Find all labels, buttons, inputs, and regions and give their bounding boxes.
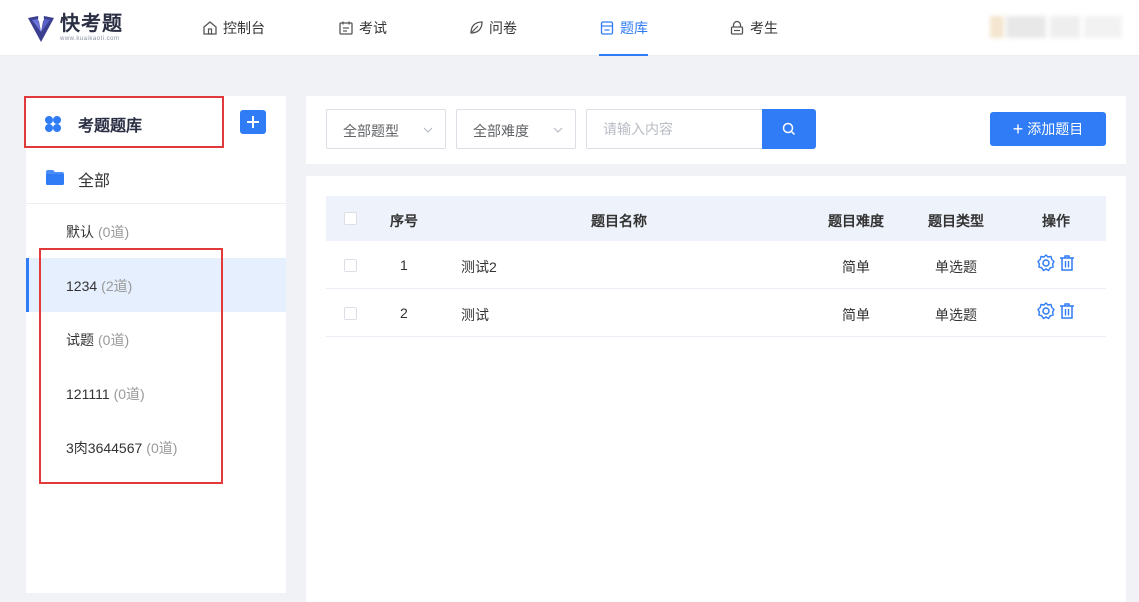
nav-label: 控制台 — [223, 20, 265, 36]
difficulty-select[interactable]: 全部难度 — [456, 109, 576, 149]
category-count: (0道) — [98, 224, 130, 240]
col-name: 题目名称 — [591, 213, 647, 229]
nav-label: 题库 — [620, 20, 648, 36]
row-name: 测试2 — [461, 259, 497, 275]
category-all-label: 全部 — [78, 173, 111, 190]
col-type: 题目类型 — [928, 213, 984, 229]
question-type-select[interactable]: 全部题型 — [326, 109, 446, 149]
chevron-down-icon — [553, 127, 563, 133]
brand-logo[interactable]: 快考题 www.kuaikaoti.com — [26, 10, 123, 46]
category-count: (0道) — [113, 386, 145, 402]
sidebar-header: 考题题库 — [24, 96, 286, 150]
col-actions: 操作 — [1042, 213, 1070, 229]
user-avatar-blurred[interactable] — [988, 16, 1128, 38]
category-all[interactable]: 全部 — [26, 150, 286, 204]
search-icon — [782, 122, 796, 136]
book-icon — [600, 21, 614, 35]
folder-icon — [46, 170, 64, 185]
row-checkbox[interactable] — [344, 307, 357, 320]
nav-question-bank[interactable]: 题库 — [599, 0, 648, 56]
row-index: 2 — [400, 305, 408, 321]
lock-user-icon — [730, 20, 744, 35]
category-count: (2道) — [101, 278, 133, 294]
category-count: (0道) — [98, 332, 130, 348]
table-header: 序号 题目名称 题目难度 题目类型 操作 — [326, 196, 1106, 241]
add-category-button[interactable] — [240, 110, 266, 134]
trash-icon[interactable] — [1057, 301, 1077, 321]
row-name: 测试 — [461, 307, 489, 323]
table-row[interactable]: 1 测试2 简单 单选题 — [326, 241, 1106, 289]
row-checkbox[interactable] — [344, 259, 357, 272]
row-type: 单选题 — [935, 307, 977, 323]
category-sidebar: 考题题库 全部 默认 (0道) 1234 (2道) 试题 (0道) 121111 (0道… — [24, 96, 286, 593]
settings-icon[interactable] — [1036, 253, 1056, 273]
question-table-panel: 序号 题目名称 题目难度 题目类型 操作 1 测试2 简单 单选题 2 测试 简… — [306, 176, 1126, 602]
filter-bar: 全部题型 全部难度 + 添加题目 — [306, 96, 1126, 164]
category-name: 1234 — [66, 278, 98, 294]
select-all-checkbox[interactable] — [344, 212, 357, 225]
plus-icon: + — [1012, 119, 1024, 139]
leaf-icon — [470, 21, 483, 34]
category-item[interactable]: 默认 (0道) — [26, 204, 286, 258]
category-name: 试题 — [66, 332, 94, 348]
logo-icon — [28, 16, 54, 42]
add-question-label: 添加题目 — [1027, 121, 1084, 137]
select-value: 全部题型 — [343, 123, 399, 139]
category-item-active[interactable]: 1234 (2道) — [26, 258, 286, 312]
nav-exam[interactable]: 考试 — [338, 0, 387, 56]
nav-dashboard[interactable]: 控制台 — [202, 0, 265, 56]
calendar-icon — [339, 21, 353, 35]
top-nav: 快考题 www.kuaikaoti.com 控制台 考试 问卷 题库 考生 — [0, 0, 1139, 56]
category-name: 121111 — [66, 386, 110, 402]
row-difficulty: 简单 — [842, 307, 870, 323]
brand-url: www.kuaikaoti.com — [60, 36, 120, 42]
nav-label: 问卷 — [489, 20, 517, 36]
row-index: 1 — [400, 257, 408, 273]
settings-icon[interactable] — [1036, 301, 1056, 321]
nav-label: 考生 — [750, 20, 778, 36]
home-icon — [203, 21, 217, 35]
add-question-button[interactable]: + 添加题目 — [990, 112, 1106, 146]
nav-examinee[interactable]: 考生 — [729, 0, 778, 56]
nav-survey[interactable]: 问卷 — [468, 0, 517, 56]
plus-icon — [247, 116, 259, 128]
brand-name: 快考题 — [60, 13, 123, 35]
search-input[interactable] — [586, 109, 764, 149]
chevron-down-icon — [423, 127, 433, 133]
row-type: 单选题 — [935, 259, 977, 275]
highlight-box-title — [24, 96, 224, 148]
nav-label: 考试 — [359, 20, 387, 36]
search-button[interactable] — [762, 109, 816, 149]
category-name: 默认 — [66, 224, 94, 240]
row-difficulty: 简单 — [842, 259, 870, 275]
table-row[interactable]: 2 测试 简单 单选题 — [326, 289, 1106, 337]
col-difficulty: 题目难度 — [828, 213, 884, 229]
trash-icon[interactable] — [1057, 253, 1077, 273]
category-item[interactable]: 3肉3644567 (0道) — [26, 420, 286, 474]
category-count: (0道) — [146, 440, 178, 456]
category-name: 3肉3644567 — [66, 440, 143, 456]
col-index: 序号 — [390, 213, 418, 229]
category-item[interactable]: 试题 (0道) — [26, 312, 286, 366]
category-item[interactable]: 121111 (0道) — [26, 366, 286, 420]
select-value: 全部难度 — [473, 123, 529, 139]
